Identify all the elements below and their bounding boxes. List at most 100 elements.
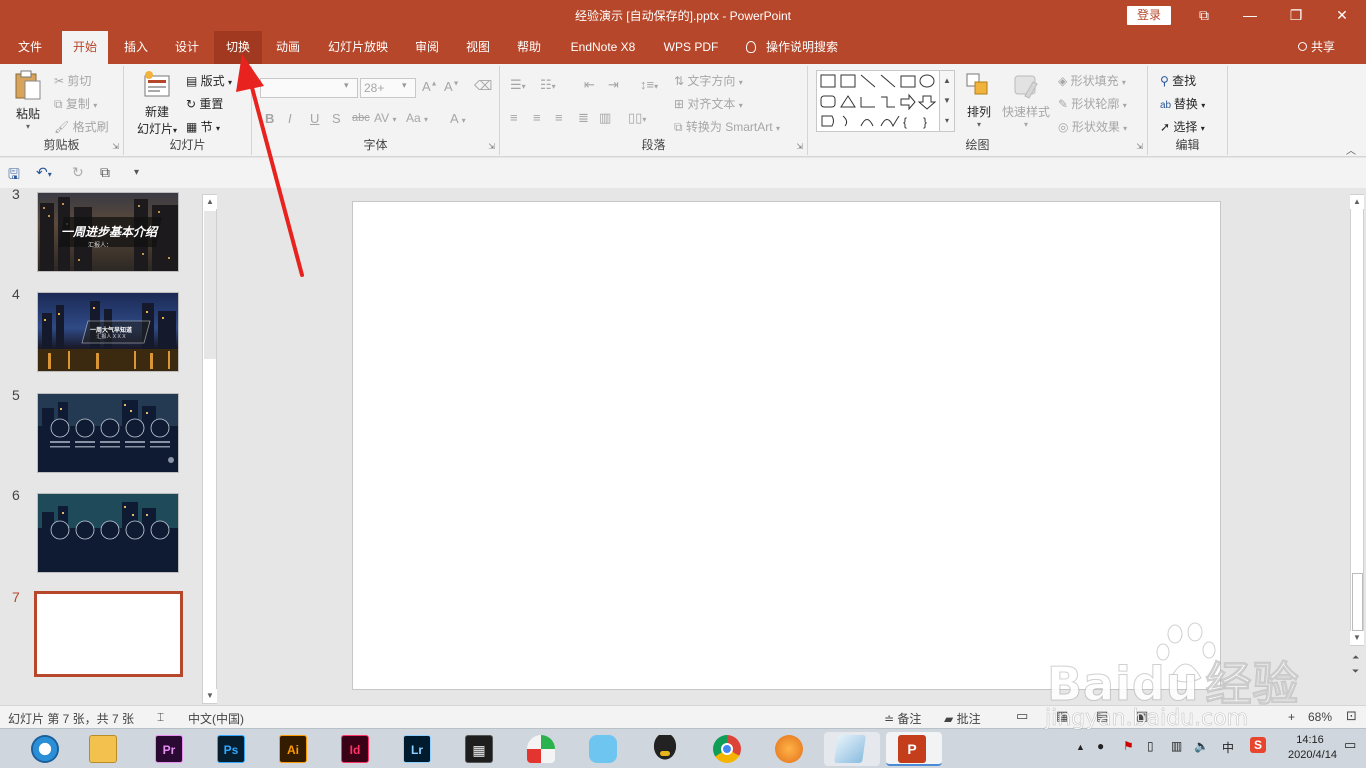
character-spacing-button[interactable]: AV ▾	[374, 111, 396, 125]
font-name-dropdown-icon[interactable]: ▾	[344, 80, 349, 91]
redo-icon[interactable]: ↻	[72, 164, 84, 181]
shrink-font-icon[interactable]: A▼	[444, 79, 460, 94]
minimize-button[interactable]: —	[1227, 0, 1273, 31]
distributed-icon[interactable]: ▥	[599, 110, 611, 126]
tab-file[interactable]: 文件	[8, 31, 52, 64]
decrease-indent-icon[interactable]: ⇤	[584, 77, 595, 93]
zoom-level[interactable]: 68%	[1308, 710, 1332, 724]
spellcheck-icon[interactable]: ⌶	[157, 710, 164, 725]
ime-indicator[interactable]: 中	[1222, 739, 1234, 756]
drawing-launcher-icon[interactable]: ⇲	[1136, 142, 1143, 151]
cut-button[interactable]: ✂ 剪切	[54, 72, 91, 89]
font-launcher-icon[interactable]: ⇲	[488, 142, 495, 151]
slide-thumbnail-6[interactable]	[37, 493, 179, 573]
fit-slide-icon[interactable]: ⊡	[1346, 708, 1357, 724]
layout-button[interactable]: ▤ 版式 ▾	[186, 72, 232, 89]
change-case-button[interactable]: Aa ▾	[406, 111, 428, 125]
slide-thumbnail-7[interactable]	[34, 591, 183, 677]
tab-slideshow[interactable]: 幻灯片放映	[318, 31, 398, 64]
undo-icon[interactable]: ↶▾	[36, 164, 52, 181]
restore-button[interactable]: ❐	[1273, 0, 1319, 31]
canvas-scroll-up-icon[interactable]: ▲	[1350, 195, 1364, 209]
thumbnail-scrollbar[interactable]: ▲ ▼	[202, 194, 217, 704]
justify-icon[interactable]: ≣	[578, 110, 589, 126]
zoom-in-icon[interactable]: +	[1288, 710, 1295, 724]
taskbar-app-thunder[interactable]	[772, 732, 806, 766]
new-slide-button[interactable]: 新建 幻灯片▾	[132, 70, 182, 137]
tell-me-search[interactable]: 操作说明搜索	[746, 31, 838, 64]
convert-smartart-button[interactable]: ⧉ 转换为 SmartArt ▾	[674, 118, 780, 135]
taskbar-app-photoshop[interactable]: Ps	[214, 732, 248, 766]
shape-outline-button[interactable]: ✎ 形状轮廓 ▾	[1058, 95, 1127, 112]
align-right-icon[interactable]: ≡	[555, 110, 563, 125]
slide-thumbnail-3[interactable]: 一周进步基本介绍 汇报人：	[37, 192, 179, 272]
save-icon[interactable]: 🖫	[8, 164, 20, 188]
taskbar-app-assistant[interactable]	[586, 732, 620, 766]
gallery-up-icon[interactable]: ▲	[940, 71, 954, 91]
taskbar-app-video-player[interactable]: ▦	[462, 732, 496, 766]
taskbar-app-qq[interactable]	[648, 732, 682, 766]
shape-fill-button[interactable]: ◈ 形状填充 ▾	[1058, 72, 1126, 89]
arrange-button[interactable]: 排列 ▾	[960, 72, 998, 129]
grow-font-icon[interactable]: A▲	[422, 79, 438, 94]
taskbar-app-explorer[interactable]	[86, 732, 120, 766]
show-hidden-icons[interactable]: ▲	[1076, 742, 1085, 752]
text-shadow-button[interactable]: S	[332, 111, 341, 126]
tab-home[interactable]: 开始	[62, 31, 108, 64]
taskbar-app-chrome[interactable]	[710, 732, 744, 766]
format-painter-button[interactable]: 🖌 格式刷	[54, 118, 109, 135]
notification-center-icon[interactable]: ▭	[1344, 737, 1356, 753]
paragraph-launcher-icon[interactable]: ⇲	[796, 142, 803, 151]
numbering-icon[interactable]: ☷▾	[540, 77, 556, 93]
slide-thumbnail-5[interactable]	[37, 393, 179, 473]
gallery-more-icon[interactable]: ▾	[940, 111, 954, 131]
shapes-gallery-scroll[interactable]: ▲ ▼ ▾	[939, 70, 955, 132]
columns-icon[interactable]: ▯▯▾	[628, 110, 646, 126]
italic-button[interactable]: I	[288, 111, 292, 126]
network-tray-icon[interactable]: ▥	[1171, 739, 1182, 753]
slide-sorter-icon[interactable]: ▦	[1056, 708, 1068, 724]
slide-thumbnail-4[interactable]: 一周大气早知道 汇报人 X X X	[37, 292, 179, 372]
tab-review[interactable]: 审阅	[405, 31, 449, 64]
customize-qat-icon[interactable]: ▾	[134, 167, 139, 178]
comments-button[interactable]: ▰ 批注	[944, 710, 981, 727]
reset-button[interactable]: ↻ 重置	[186, 95, 223, 112]
paste-button[interactable]: 粘贴 ▾	[8, 70, 48, 131]
ribbon-display-options-icon[interactable]: ⧉	[1181, 0, 1227, 31]
scroll-up-icon[interactable]: ▲	[203, 195, 217, 209]
shape-effects-button[interactable]: ◎ 形状效果 ▾	[1058, 118, 1127, 135]
replace-button[interactable]: ab 替换 ▾	[1160, 95, 1205, 112]
canvas-scroll-thumb[interactable]	[1352, 573, 1363, 631]
scroll-down-icon[interactable]: ▼	[203, 689, 217, 703]
start-from-beginning-icon[interactable]: ⧉	[100, 164, 110, 181]
slideshow-view-icon[interactable]: ▣	[1136, 708, 1148, 724]
tab-insert[interactable]: 插入	[114, 31, 158, 64]
select-button[interactable]: ➚ 选择 ▾	[1160, 118, 1205, 135]
underline-button[interactable]: U	[310, 111, 319, 126]
quick-styles-button[interactable]: 快速样式 ▾	[1000, 72, 1052, 129]
line-spacing-icon[interactable]: ↕≡▾	[640, 77, 658, 92]
bullets-icon[interactable]: ☰▾	[510, 77, 526, 93]
gallery-down-icon[interactable]: ▼	[940, 91, 954, 111]
language-indicator[interactable]: 中文(中国)	[188, 710, 244, 727]
canvas-scrollbar[interactable]: ▲ ▼	[1350, 194, 1364, 646]
find-button[interactable]: ⚲ 查找	[1160, 72, 1196, 89]
taskbar-app-premiere[interactable]: Pr	[152, 732, 186, 766]
align-center-icon[interactable]: ≡	[533, 110, 541, 125]
tab-view[interactable]: 视图	[456, 31, 500, 64]
taskbar-app-indesign[interactable]: Id	[338, 732, 372, 766]
taskbar-app-illustrator[interactable]: Ai	[276, 732, 310, 766]
tab-design[interactable]: 设计	[165, 31, 209, 64]
text-direction-button[interactable]: ⇅ 文字方向 ▾	[674, 72, 743, 89]
security-tray-icon[interactable]: ⚑	[1123, 739, 1134, 753]
taskbar-app-powerpoint[interactable]: P	[886, 732, 942, 766]
taskbar-app-browser[interactable]	[28, 732, 62, 766]
taskbar-app-umbrella[interactable]	[524, 732, 558, 766]
volume-icon[interactable]: 🔈	[1194, 739, 1209, 753]
taskbar-app-lightroom[interactable]: Lr	[400, 732, 434, 766]
align-text-button[interactable]: ⊞ 对齐文本 ▾	[674, 95, 743, 112]
tab-animations[interactable]: 动画	[266, 31, 310, 64]
clipboard-launcher-icon[interactable]: ⇲	[112, 142, 119, 151]
font-size-dropdown-icon[interactable]: ▾	[402, 80, 407, 91]
collapse-ribbon-icon[interactable]: ︿	[1346, 142, 1356, 157]
